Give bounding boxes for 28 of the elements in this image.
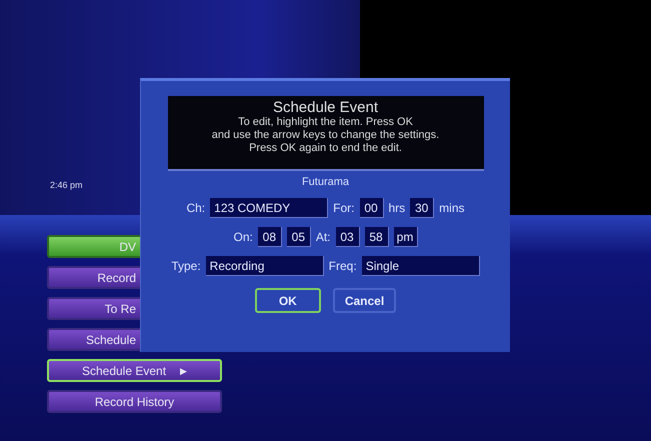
input-field[interactable]: Recording xyxy=(206,256,324,276)
field-label: For: xyxy=(333,201,354,215)
input-field[interactable]: 58 xyxy=(364,227,388,247)
clock-text: 2:46 pm xyxy=(50,180,83,190)
menu-item[interactable]: Record History xyxy=(47,390,222,413)
input-field[interactable]: pm xyxy=(394,227,418,247)
input-field[interactable]: 05 xyxy=(286,227,311,247)
menu-item[interactable]: Schedule Event ▶ xyxy=(47,359,222,382)
program-title: Futurama xyxy=(302,176,350,188)
input-field[interactable]: 30 xyxy=(410,198,434,218)
arrow-icon: ▶ xyxy=(180,366,188,376)
field-label: At: xyxy=(316,230,330,244)
dialog-title: Schedule Event xyxy=(272,99,378,116)
instruction-text: To edit, highlight the item. Press OK xyxy=(238,116,413,129)
input-field[interactable]: 08 xyxy=(258,227,282,247)
instruction-text: Press OK again to end the edit. xyxy=(249,142,402,155)
input-field[interactable]: 00 xyxy=(360,198,384,218)
instruction-text: and use the arrow keys to change the settings. xyxy=(212,129,440,142)
input-field[interactable]: 123 COMEDY xyxy=(210,198,328,218)
dialog-button[interactable]: Cancel xyxy=(332,288,396,313)
field-label: On: xyxy=(233,230,253,244)
field-label: Freq: xyxy=(328,259,357,273)
field-label: Ch: xyxy=(186,201,206,215)
dialog-button[interactable]: OK xyxy=(254,288,321,313)
field-label: mins xyxy=(439,201,465,215)
input-field[interactable]: Single xyxy=(362,256,480,276)
field-label: hrs xyxy=(388,201,406,215)
input-field[interactable]: 03 xyxy=(336,227,360,247)
